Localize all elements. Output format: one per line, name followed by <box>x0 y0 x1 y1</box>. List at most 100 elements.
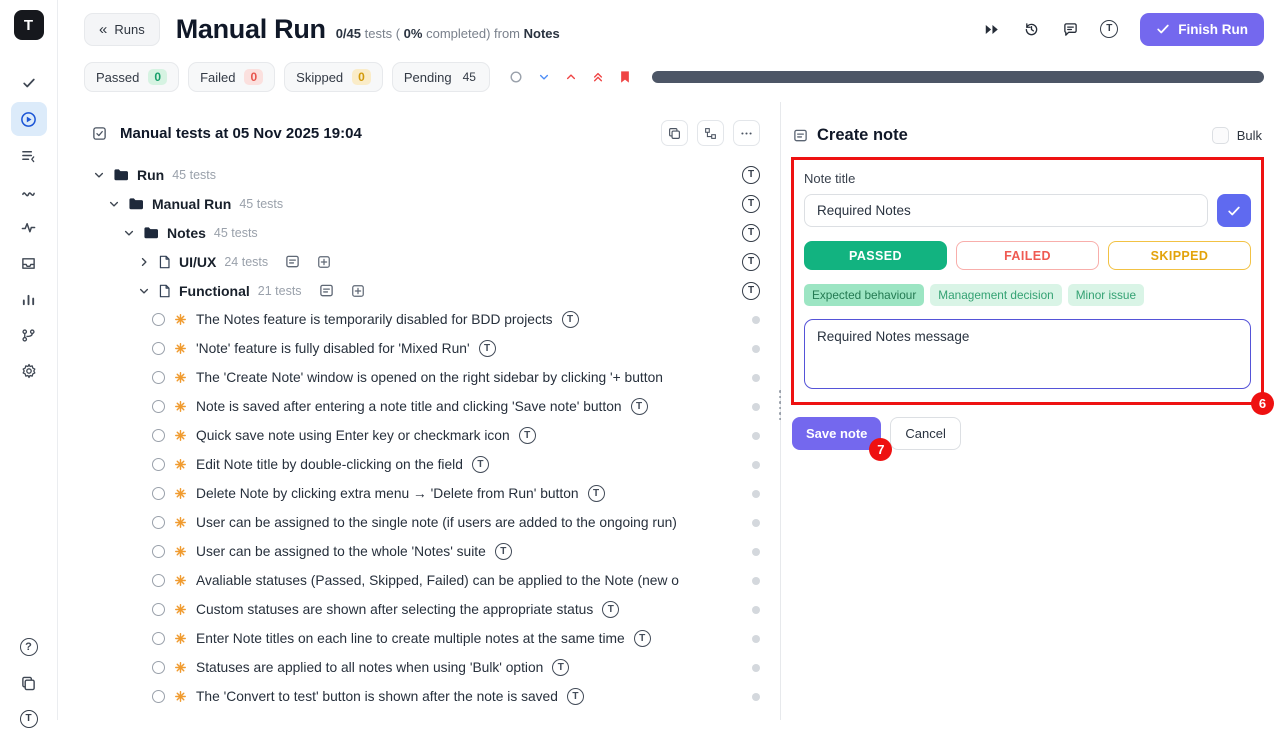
fast-forward-button[interactable] <box>980 17 1004 41</box>
suite-add-button[interactable] <box>351 284 365 298</box>
tree-row-notes[interactable]: Notes45 testsT <box>58 218 780 247</box>
test-status-radio[interactable] <box>152 516 165 529</box>
test-row[interactable]: 'Note' feature is fully disabled for 'Mi… <box>58 334 780 363</box>
t-badge-icon[interactable]: T <box>588 485 605 502</box>
t-badge-icon[interactable]: T <box>631 398 648 415</box>
comment-button[interactable] <box>1058 17 1082 41</box>
tag-chip[interactable]: Minor issue <box>1068 284 1144 306</box>
test-row[interactable]: Quick save note using Enter key or check… <box>58 421 780 450</box>
test-status-radio[interactable] <box>152 458 165 471</box>
chevron-up-button[interactable] <box>565 71 577 83</box>
finish-run-button[interactable]: Finish Run <box>1140 13 1264 46</box>
test-status-radio[interactable] <box>152 313 165 326</box>
history-button[interactable] <box>1019 17 1043 41</box>
cancel-button[interactable]: Cancel <box>890 417 960 450</box>
tag-chip[interactable]: Management decision <box>930 284 1061 306</box>
sidebar-item-check[interactable] <box>11 66 47 100</box>
sidebar-item-gear[interactable] <box>11 354 47 388</box>
copy-button[interactable] <box>661 120 688 146</box>
test-status-radio[interactable] <box>152 603 165 616</box>
test-row[interactable]: The 'Convert to test' button is shown af… <box>58 682 780 711</box>
filter-chip-pending[interactable]: Pending45 <box>392 62 490 92</box>
tree-row-manual-run[interactable]: Manual Run45 testsT <box>58 189 780 218</box>
sidebar-item-pages[interactable] <box>11 666 47 700</box>
double-chevron-up-button[interactable] <box>592 71 604 83</box>
tag-chip[interactable]: Expected behaviour <box>804 284 924 306</box>
ring-button[interactable] <box>509 70 523 84</box>
tree-row-ui-ux[interactable]: UI/UX24 testsT <box>58 247 780 276</box>
t-badge-icon[interactable]: T <box>519 427 536 444</box>
t-badge-icon[interactable]: T <box>602 601 619 618</box>
test-row[interactable]: Note is saved after entering a note titl… <box>58 392 780 421</box>
t-badge-icon[interactable]: T <box>742 224 760 242</box>
bulk-checkbox[interactable] <box>1212 127 1229 144</box>
bulk-toggle[interactable]: Bulk <box>1212 127 1262 144</box>
t-badge-icon[interactable]: T <box>742 282 760 300</box>
t-badge-icon[interactable]: T <box>562 311 579 328</box>
test-row[interactable]: Delete Note by clicking extra menu → 'De… <box>58 479 780 508</box>
test-status-radio[interactable] <box>152 342 165 355</box>
test-status-radio[interactable] <box>152 487 165 500</box>
suite-add-button[interactable] <box>317 255 331 269</box>
test-row[interactable]: Custom statuses are shown after selectin… <box>58 595 780 624</box>
sidebar-item-bar-chart[interactable] <box>11 282 47 316</box>
quick-save-button[interactable] <box>1217 194 1251 227</box>
test-status-radio[interactable] <box>152 690 165 703</box>
status-failed-button[interactable]: FAILED <box>956 241 1099 270</box>
test-status-radio[interactable] <box>152 429 165 442</box>
test-dot <box>752 606 760 614</box>
save-note-button[interactable]: Save note 7 <box>792 417 881 450</box>
test-status-radio[interactable] <box>152 661 165 674</box>
brand-logo[interactable]: T <box>14 10 44 40</box>
sidebar-item-inbox[interactable] <box>11 246 47 280</box>
sidebar-item-branch[interactable] <box>11 318 47 352</box>
t-badge-icon[interactable]: T <box>634 630 651 647</box>
sidebar-item-help[interactable]: ? <box>11 630 47 664</box>
confetti-icon <box>174 545 187 558</box>
bookmark-button[interactable] <box>619 70 631 84</box>
t-badge-icon[interactable]: T <box>742 253 760 271</box>
sidebar-item-brand-ring[interactable]: T <box>11 702 47 736</box>
t-badge-icon[interactable]: T <box>472 456 489 473</box>
t-badge-icon[interactable]: T <box>552 659 569 676</box>
chevron-down-button[interactable] <box>538 71 550 83</box>
test-status-radio[interactable] <box>152 574 165 587</box>
back-to-runs-button[interactable]: « Runs <box>84 13 160 46</box>
test-row[interactable]: User can be assigned to the single note … <box>58 508 780 537</box>
suite-note-button[interactable] <box>319 283 334 298</box>
sidebar-item-play-circle[interactable] <box>11 102 47 136</box>
tree-row-run[interactable]: Run45 testsT <box>58 160 780 189</box>
t-badge-icon[interactable]: T <box>567 688 584 705</box>
note-message-textarea[interactable]: Required Notes message <box>804 319 1251 389</box>
t-badge-icon[interactable]: T <box>742 195 760 213</box>
tree-row-functional[interactable]: Functional21 testsT <box>58 276 780 305</box>
test-row[interactable]: User can be assigned to the whole 'Notes… <box>58 537 780 566</box>
t-badge-icon[interactable]: T <box>479 340 496 357</box>
status-skipped-button[interactable]: SKIPPED <box>1108 241 1251 270</box>
test-row[interactable]: The 'Create Note' window is opened on th… <box>58 363 780 392</box>
more-button[interactable] <box>733 120 760 146</box>
t-badge-icon[interactable]: T <box>495 543 512 560</box>
sidebar-item-wave[interactable] <box>11 174 47 208</box>
test-row[interactable]: Enter Note titles on each line to create… <box>58 624 780 653</box>
test-row[interactable]: Avaliable statuses (Passed, Skipped, Fai… <box>58 566 780 595</box>
test-row[interactable]: The Notes feature is temporarily disable… <box>58 305 780 334</box>
sidebar-item-queue[interactable] <box>11 138 47 172</box>
test-row[interactable]: Statuses are applied to all notes when u… <box>58 653 780 682</box>
suite-note-button[interactable] <box>285 254 300 269</box>
folder-icon <box>143 226 159 240</box>
t-badge-icon[interactable]: T <box>742 166 760 184</box>
note-title-input[interactable] <box>804 194 1208 227</box>
brand-ring-button[interactable]: T <box>1097 17 1121 41</box>
filter-chip-failed[interactable]: Failed0 <box>188 62 275 92</box>
test-status-radio[interactable] <box>152 371 165 384</box>
test-status-radio[interactable] <box>152 632 165 645</box>
status-passed-button[interactable]: PASSED <box>804 241 947 270</box>
tree-button[interactable] <box>697 120 724 146</box>
filter-chip-passed[interactable]: Passed0 <box>84 62 179 92</box>
filter-chip-skipped[interactable]: Skipped0 <box>284 62 383 92</box>
test-status-radio[interactable] <box>152 545 165 558</box>
sidebar-item-activity[interactable] <box>11 210 47 244</box>
test-row[interactable]: Edit Note title by double-clicking on th… <box>58 450 780 479</box>
test-status-radio[interactable] <box>152 400 165 413</box>
